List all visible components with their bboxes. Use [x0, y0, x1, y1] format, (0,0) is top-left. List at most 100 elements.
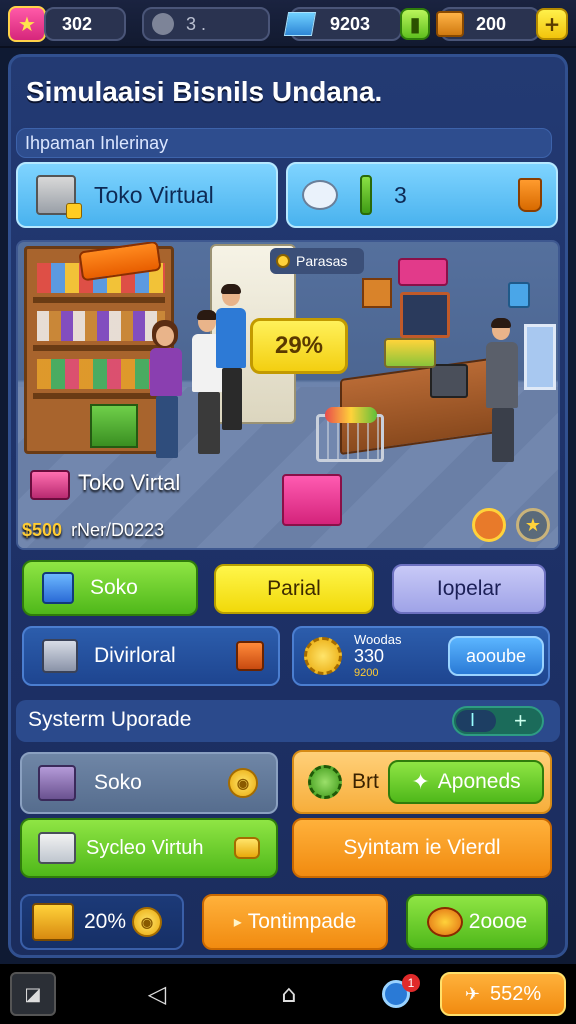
chests-value: 200 [476, 13, 507, 34]
subtitle-bar: Ihpaman Inlerinay [16, 128, 552, 158]
stack-icon [42, 639, 78, 673]
box-purple-icon [38, 765, 76, 801]
aponeds-button[interactable]: ✦ Aponeds [388, 760, 544, 804]
woodas-panel: Woodas 330 9200 aooube [292, 626, 550, 686]
tontimpade-label: Tontimpade [247, 910, 357, 933]
scene-shop-name: Toko Virtal [78, 470, 181, 495]
register [430, 364, 468, 398]
divirloral-button[interactable]: Divirloral [22, 626, 280, 686]
2oooe-label: 2oooe [468, 910, 528, 933]
iopelar-button[interactable]: Iopelar [392, 564, 546, 614]
shop-card-label: Toko Virtual [94, 181, 214, 208]
percent-label: 20% [84, 910, 127, 933]
woodas-value: 330 [354, 646, 385, 667]
sycleo-label: Sycleo Virtuh [86, 836, 204, 859]
coin-small-icon: ◉ [132, 907, 163, 937]
soko-button[interactable]: Soko [22, 560, 198, 616]
pink-sign [398, 258, 448, 286]
gems-value: 9203 [330, 13, 371, 34]
coin-stack-icon [234, 837, 260, 859]
store-scene[interactable]: Parasas ★ [16, 240, 560, 550]
woodas-title: Woodas [354, 631, 402, 647]
toggle-left-label: I [470, 710, 476, 730]
upgrade-toggle[interactable]: I + [452, 706, 544, 736]
woodas-text: Woodas 330 9200 [354, 631, 402, 679]
aponeds-label: Aponeds [437, 770, 521, 793]
parasas-sign-label: Parasas [296, 253, 348, 269]
upgrade-brt-card[interactable]: Brt ✦ Aponeds [292, 750, 552, 814]
hanging-cup-icon [508, 282, 530, 308]
pin-icon [276, 254, 290, 268]
poster [524, 324, 556, 390]
scene-price-value: $500 [22, 520, 63, 540]
back-icon[interactable]: ◁ [142, 978, 172, 1010]
gear-gold-icon [304, 637, 342, 675]
home-icon[interactable]: ⌂ [274, 978, 304, 1010]
shopping-cart [316, 407, 384, 462]
coin-icon: ◉ [228, 768, 258, 798]
notification-badge: 1 [402, 974, 420, 992]
woodas-sub: 9200 [354, 667, 379, 679]
shop-card[interactable]: Toko Virtual [16, 162, 278, 228]
promo-label: 552% [489, 982, 542, 1005]
page-title: Simulaaisi Bisnils Undana. [26, 76, 383, 107]
search-value: 3 . [186, 13, 207, 34]
money-icon [38, 832, 76, 864]
upgrade-title: Systerm Uporade [28, 708, 192, 731]
star-white-icon: ✦ [411, 769, 430, 794]
treasure-icon [32, 903, 74, 941]
coins-counter: 302 [44, 7, 126, 41]
plane-icon: ✈ [464, 983, 480, 1004]
toggle-plus-icon: + [514, 708, 527, 733]
stats-card[interactable]: 3 [286, 162, 558, 228]
cube-icon [42, 572, 74, 604]
green-gear-icon [308, 765, 342, 799]
cup-icon [518, 178, 542, 212]
map-icon[interactable] [472, 508, 506, 542]
coin-red-icon [426, 907, 463, 937]
basket-icon [30, 470, 70, 500]
toggle-knob [456, 710, 496, 732]
android-navbar: ◪ ◁ ⌂ 1 ✈ 552% [0, 964, 576, 1024]
coins-value: 302 [62, 13, 93, 34]
soko-button-label: Soko [90, 576, 138, 599]
star-icon[interactable]: ★ [8, 6, 46, 42]
upgrade-soko-card[interactable]: Soko ◉ [20, 752, 278, 814]
shop-building-icon [36, 175, 82, 219]
aooube-button[interactable]: aooube [448, 636, 544, 676]
gems-counter: 9203 [283, 7, 402, 41]
menu-board [400, 292, 450, 338]
upgrade-brt-prefix: Brt [352, 770, 379, 793]
chest-icon [436, 11, 464, 37]
syintam-button[interactable]: Syintam ie Vierdl [292, 818, 552, 878]
play-icon: ▸ [233, 914, 242, 931]
box-green [90, 404, 138, 448]
plus-green-icon[interactable]: ▮ [400, 8, 430, 40]
percent-card[interactable]: 20% ◉ [20, 894, 184, 950]
upgrade-soko-label: Soko [94, 771, 142, 794]
sycleo-card[interactable]: Sycleo Virtuh [20, 818, 278, 878]
promo-button[interactable]: ✈ 552% [440, 972, 566, 1016]
parasas-sign: Parasas [270, 248, 364, 274]
tontimpade-button[interactable]: ▸ Tontimpade [202, 894, 388, 950]
bottle-icon [360, 175, 372, 215]
chests-counter: 200 [436, 7, 540, 41]
discount-badge[interactable]: 29% [250, 318, 348, 374]
scene-price-suffix: rNer/D0223 [71, 520, 165, 540]
add-button[interactable]: + [536, 8, 568, 40]
2oooe-button[interactable]: 2oooe [406, 894, 548, 950]
pink-box [282, 474, 342, 526]
gem-icon [283, 12, 317, 36]
gear-icon [152, 13, 174, 35]
scene-price: $500 rNer/D0223 [22, 520, 164, 541]
count-value: 3 [394, 181, 407, 208]
search-field[interactable]: 3 . [142, 7, 270, 41]
gift-icon [236, 641, 264, 671]
divirloral-label: Divirloral [94, 644, 176, 667]
hanging-bag-icon [362, 278, 392, 308]
produce-basket [384, 338, 436, 368]
top-status-bar: ★ 302 3 . 9203 ▮ 200 + [0, 0, 576, 48]
parial-button[interactable]: Parial [214, 564, 374, 614]
star-badge-icon[interactable]: ★ [516, 508, 550, 542]
app-switch-icon[interactable]: ◪ [10, 972, 56, 1016]
